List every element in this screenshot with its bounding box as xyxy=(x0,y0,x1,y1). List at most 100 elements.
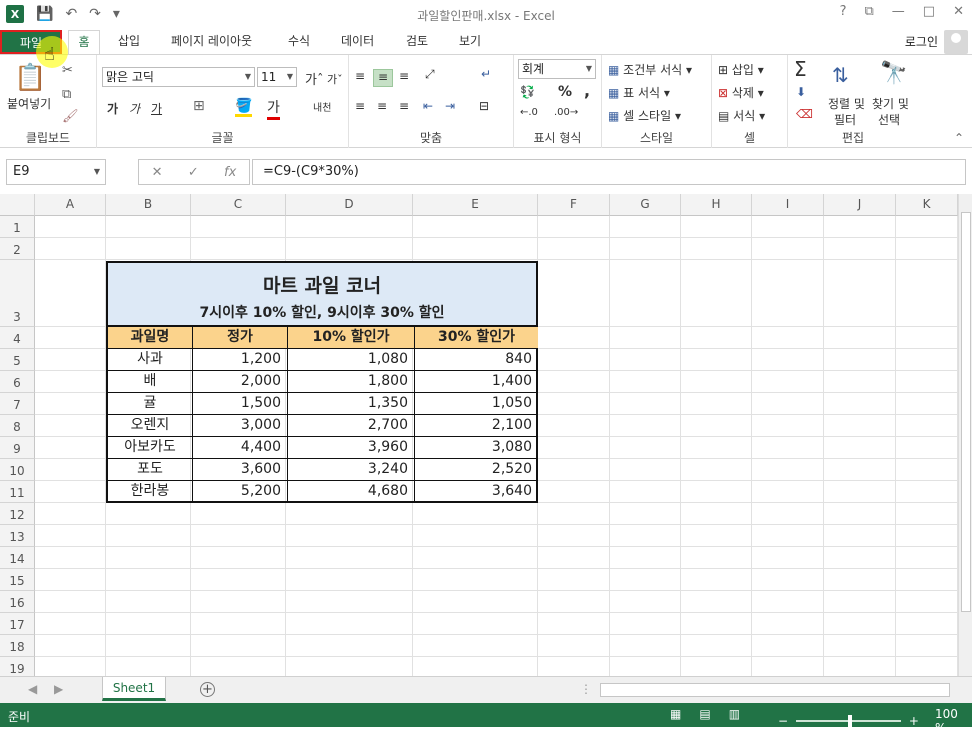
row-header[interactable]: 16 xyxy=(0,591,35,613)
table-cell[interactable]: 2,700 xyxy=(288,415,415,437)
table-cell[interactable]: 1,350 xyxy=(288,393,415,415)
row-header[interactable]: 8 xyxy=(0,415,35,437)
row-header[interactable]: 19 xyxy=(0,657,35,676)
row-header[interactable]: 18 xyxy=(0,635,35,657)
page-break-view-icon[interactable]: ▥ xyxy=(729,707,740,721)
cell-styles-button[interactable]: ▦ 셀 스타일 ▾ xyxy=(608,107,681,124)
row-header[interactable]: 11 xyxy=(0,481,35,503)
horizontal-scrollbar[interactable] xyxy=(600,683,950,697)
tab-view[interactable]: 보기 xyxy=(459,30,481,54)
table-cell[interactable]: 1,500 xyxy=(193,393,288,415)
column-header[interactable]: A xyxy=(35,194,106,216)
accounting-icon[interactable]: 💱 xyxy=(520,85,535,99)
italic-button[interactable]: 가 xyxy=(129,100,140,117)
table-cell[interactable]: 3,600 xyxy=(193,459,288,481)
sort-filter-icon[interactable]: ⇅ xyxy=(832,63,849,87)
column-header[interactable]: K xyxy=(896,194,958,216)
table-cell[interactable]: 3,960 xyxy=(288,437,415,459)
middle-align-icon[interactable]: ≡ xyxy=(373,69,393,87)
row-header[interactable]: 9 xyxy=(0,437,35,459)
paste-button[interactable]: 붙여넣기 xyxy=(7,95,51,112)
row-header[interactable]: 2 xyxy=(0,238,35,260)
column-header[interactable]: F xyxy=(538,194,610,216)
table-cell[interactable]: 오렌지 xyxy=(108,415,193,437)
tab-formulas[interactable]: 수식 xyxy=(288,30,310,54)
conditional-formatting-button[interactable]: ▦ 조건부 서식 ▾ xyxy=(608,61,692,78)
table-header-cell[interactable]: 30% 할인가 xyxy=(415,327,538,349)
column-header[interactable]: B xyxy=(106,194,191,216)
tab-page-layout[interactable]: 페이지 레이아웃 xyxy=(171,30,252,54)
font-size-select[interactable]: 11 ▼ xyxy=(257,67,297,87)
delete-cells-button[interactable]: ⊠ 삭제 ▾ xyxy=(718,84,764,101)
table-cell[interactable]: 2,000 xyxy=(193,371,288,393)
row-header[interactable]: 4 xyxy=(0,327,35,349)
phonetic-icon[interactable]: 내천 xyxy=(313,99,331,114)
row-header[interactable]: 13 xyxy=(0,525,35,547)
table-cell[interactable]: 3,000 xyxy=(193,415,288,437)
paste-icon[interactable]: 📋 xyxy=(14,63,46,93)
font-color-icon[interactable]: 가 xyxy=(267,97,280,120)
table-cell[interactable]: 포도 xyxy=(108,459,193,481)
table-cell[interactable]: 한라봉 xyxy=(108,481,193,503)
table-cell[interactable]: 1,050 xyxy=(415,393,538,415)
copy-icon[interactable]: ⧉ xyxy=(62,87,71,102)
table-cell[interactable]: 2,100 xyxy=(415,415,538,437)
decrease-indent-icon[interactable]: ⇤ xyxy=(423,99,433,113)
row-header[interactable]: 7 xyxy=(0,393,35,415)
sort-filter-button[interactable]: 정렬 및 xyxy=(828,95,865,112)
underline-button[interactable]: 가 xyxy=(151,100,162,117)
avatar[interactable] xyxy=(944,30,968,54)
next-sheet-icon[interactable]: ▶ xyxy=(54,682,63,696)
formula-input[interactable]: =C9-(C9*30%) xyxy=(252,159,966,185)
table-cell[interactable]: 5,200 xyxy=(193,481,288,503)
top-align-icon[interactable]: ≡ xyxy=(355,69,365,83)
tab-home[interactable]: 홈 xyxy=(68,30,100,54)
collapse-ribbon-icon[interactable]: ⌃ xyxy=(954,131,964,145)
decrease-decimal-icon[interactable]: .00→ xyxy=(554,107,578,118)
table-cell[interactable]: 배 xyxy=(108,371,193,393)
border-icon[interactable]: ⊞ xyxy=(193,98,205,114)
name-box[interactable]: E9 ▼ xyxy=(6,159,106,185)
find-icon[interactable]: 🔭 xyxy=(880,61,907,86)
wrap-text-icon[interactable]: ↵ xyxy=(481,67,491,81)
percent-button[interactable]: % xyxy=(558,84,572,100)
table-header-cell[interactable]: 정가 xyxy=(193,327,288,349)
page-layout-view-icon[interactable]: ▤ xyxy=(699,707,710,721)
tab-data[interactable]: 데이터 xyxy=(341,30,374,54)
add-sheet-icon[interactable]: + xyxy=(200,682,215,697)
zoom-in-icon[interactable]: + xyxy=(909,714,919,728)
login-link[interactable]: 로그인 xyxy=(905,33,938,50)
table-cell[interactable]: 3,080 xyxy=(415,437,538,459)
font-name-select[interactable]: 맑은 고딕 ▼ xyxy=(102,67,255,87)
vertical-scrollbar[interactable] xyxy=(958,194,972,676)
table-cell[interactable]: 1,800 xyxy=(288,371,415,393)
column-header[interactable]: J xyxy=(824,194,896,216)
bottom-align-icon[interactable]: ≡ xyxy=(399,69,409,83)
select-all-corner[interactable] xyxy=(0,194,35,216)
close-icon[interactable]: ✕ xyxy=(953,4,964,19)
column-header[interactable]: G xyxy=(610,194,681,216)
align-center-icon[interactable]: ≡ xyxy=(377,99,387,113)
orientation-icon[interactable]: ⤢ xyxy=(425,67,435,82)
table-cell[interactable]: 3,240 xyxy=(288,459,415,481)
help-icon[interactable]: ? xyxy=(840,4,847,19)
enter-icon[interactable]: ✓ xyxy=(188,165,199,180)
align-right-icon[interactable]: ≡ xyxy=(399,99,409,113)
table-cell[interactable]: 귤 xyxy=(108,393,193,415)
row-header[interactable]: 10 xyxy=(0,459,35,481)
normal-view-icon[interactable]: ▦ xyxy=(670,707,681,721)
table-cell[interactable]: 1,400 xyxy=(415,371,538,393)
insert-cells-button[interactable]: ⊞ 삽입 ▾ xyxy=(718,61,764,78)
cancel-icon[interactable]: ✕ xyxy=(152,165,163,180)
row-header[interactable]: 14 xyxy=(0,547,35,569)
table-cell[interactable]: 3,640 xyxy=(415,481,538,503)
table-cell[interactable]: 4,680 xyxy=(288,481,415,503)
clear-icon[interactable]: ⌫ xyxy=(796,107,813,121)
comma-button[interactable]: , xyxy=(584,81,590,100)
format-painter-icon[interactable]: 🖌 xyxy=(62,109,79,124)
tab-insert[interactable]: 삽입 xyxy=(118,30,140,54)
zoom-out-icon[interactable]: − xyxy=(778,714,788,728)
format-cells-button[interactable]: ▤ 서식 ▾ xyxy=(718,107,765,124)
sheet-title-box[interactable]: 마트 과일 코너 7시이후 10% 할인, 9시이후 30% 할인 xyxy=(106,261,538,327)
merge-center-icon[interactable]: ⊟ xyxy=(479,99,489,113)
